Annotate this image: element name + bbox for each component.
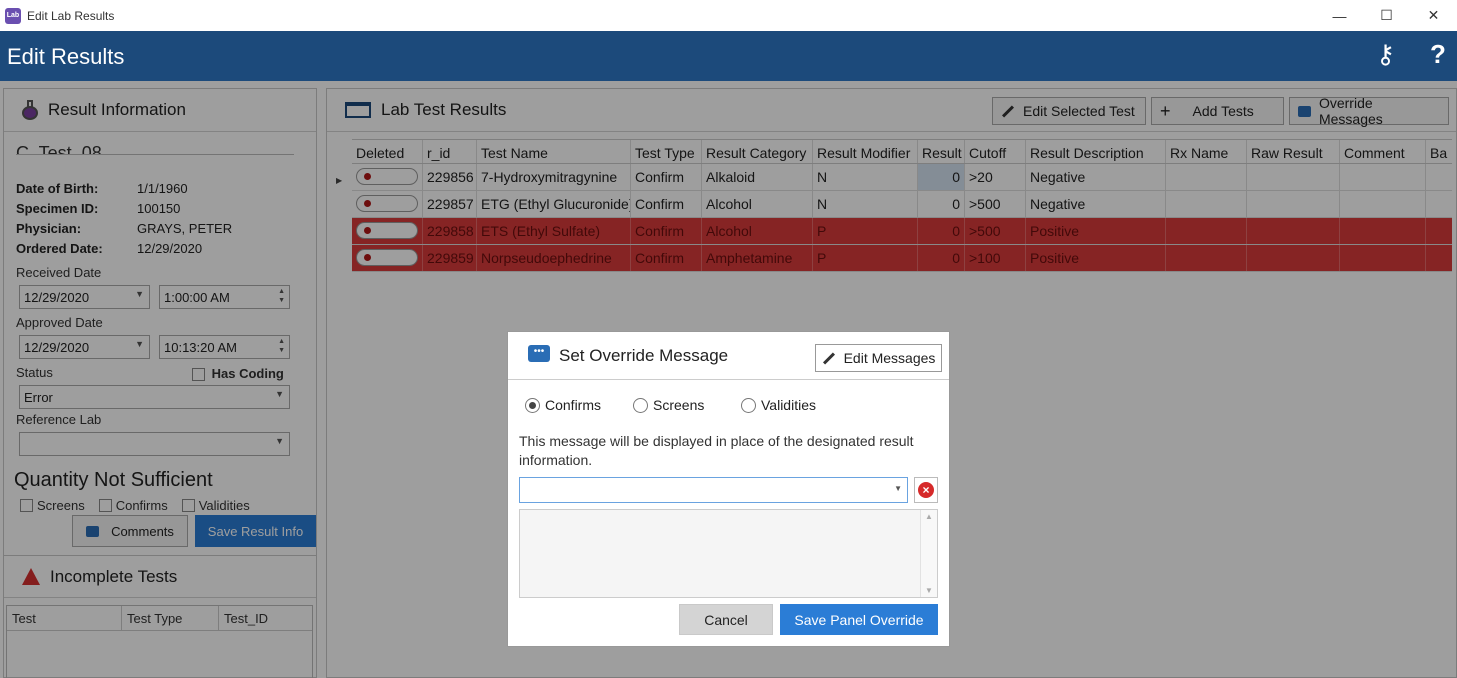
dialog-description: This message will be displayed in place … bbox=[519, 433, 914, 468]
clear-message-button[interactable]: × bbox=[914, 477, 938, 503]
radio-confirms-label: Confirms bbox=[545, 397, 602, 413]
window-title-bar: Lab Edit Lab Results — ☐ ✕ bbox=[0, 0, 1457, 31]
dialog-title: Set Override Message bbox=[559, 346, 729, 365]
set-override-message-dialog: ••• Set Override Message Edit Messages C… bbox=[507, 331, 950, 647]
dialog-header: ••• Set Override Message Edit Messages bbox=[508, 332, 949, 380]
scrollbar[interactable]: ▲ ▼ bbox=[920, 510, 937, 597]
app-header: Edit Results ⚷ ? bbox=[0, 31, 1457, 81]
help-icon[interactable]: ? bbox=[1430, 39, 1446, 70]
chat-icon: ••• bbox=[528, 345, 550, 362]
radio-validities-label: Validities bbox=[761, 397, 816, 413]
radio-validities-circle[interactable] bbox=[741, 397, 756, 413]
close-button[interactable]: ✕ bbox=[1410, 0, 1457, 31]
cancel-label: Cancel bbox=[704, 611, 748, 628]
save-panel-override-label: Save Panel Override bbox=[794, 611, 924, 628]
page-title: Edit Results bbox=[7, 44, 125, 69]
keys-icon[interactable]: ⚷ bbox=[1376, 39, 1395, 70]
override-message-select[interactable]: ▼ bbox=[519, 477, 908, 503]
app-icon: Lab bbox=[5, 7, 21, 24]
radio-validities[interactable]: Validities bbox=[741, 397, 816, 413]
clear-icon: × bbox=[918, 482, 934, 498]
maximize-button[interactable]: ☐ bbox=[1363, 0, 1410, 31]
save-panel-override-button[interactable]: Save Panel Override bbox=[780, 604, 938, 635]
cancel-button[interactable]: Cancel bbox=[679, 604, 773, 635]
radio-screens-circle[interactable] bbox=[633, 397, 648, 413]
window-title: Edit Lab Results bbox=[27, 8, 115, 23]
scroll-up-icon[interactable]: ▲ bbox=[925, 512, 933, 521]
scroll-down-icon[interactable]: ▼ bbox=[925, 586, 933, 595]
override-message-textarea[interactable]: ▲ ▼ bbox=[519, 509, 938, 598]
chevron-down-icon: ▼ bbox=[894, 484, 902, 493]
edit-messages-label: Edit Messages bbox=[843, 350, 936, 366]
minimize-button[interactable]: — bbox=[1316, 0, 1363, 31]
edit-messages-button[interactable]: Edit Messages bbox=[815, 344, 942, 372]
radio-screens-label: Screens bbox=[653, 397, 705, 413]
pencil-icon bbox=[822, 351, 835, 365]
radio-confirms-circle[interactable] bbox=[525, 397, 540, 413]
radio-screens[interactable]: Screens bbox=[633, 397, 704, 413]
radio-confirms[interactable]: Confirms bbox=[525, 397, 601, 413]
